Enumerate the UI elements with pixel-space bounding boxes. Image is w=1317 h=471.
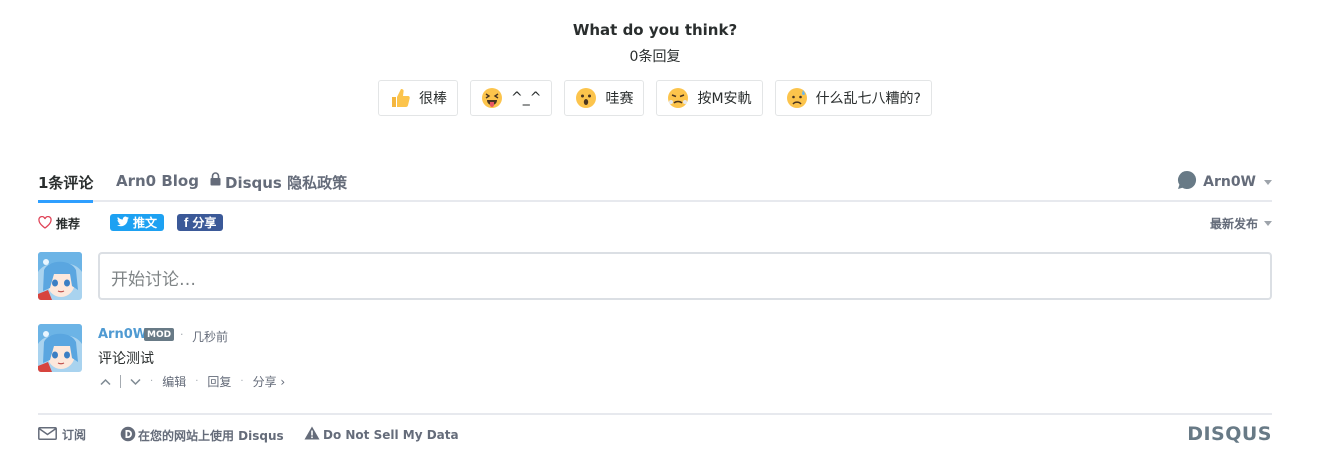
- steaming-face-icon: [667, 87, 689, 109]
- reply-button[interactable]: 回复: [207, 373, 231, 390]
- chevron-down-icon: [130, 375, 141, 389]
- comments-nav: 1条评论 Arn0 Blog Disqus 隐私政策 Arn0W: [38, 166, 1272, 203]
- share-label: 分享: [192, 216, 217, 230]
- tab-community-label: Arn0 Blog: [116, 172, 199, 190]
- recommend-label: 推荐: [56, 217, 81, 231]
- astonished-face-icon: [575, 87, 597, 109]
- action-separator: ·: [195, 376, 199, 387]
- heart-icon: [38, 215, 52, 232]
- reactions-count: 0条回复: [629, 49, 681, 65]
- avatar: [38, 252, 82, 300]
- reaction-button-angry[interactable]: 按M安軌: [656, 80, 763, 116]
- moderator-badge: MOD: [144, 328, 175, 341]
- chevron-down-icon: [1264, 179, 1272, 185]
- action-separator: ·: [240, 376, 244, 387]
- action-separator: ·: [150, 376, 154, 387]
- reaction-label: 很棒: [419, 91, 447, 107]
- chevron-up-icon: [100, 375, 111, 389]
- use-disqus-link[interactable]: 在您的网站上使用 Disqus: [120, 426, 284, 445]
- facebook-share-button[interactable]: f 分享: [177, 214, 224, 231]
- do-not-sell-link[interactable]: Do Not Sell My Data: [304, 426, 459, 443]
- meta-separator: ·: [180, 328, 184, 341]
- disqus-logo[interactable]: DISQUS: [1187, 423, 1272, 445]
- thread-toolbar: 推荐 推文 f 分享 最新发布: [38, 212, 1272, 234]
- edit-button[interactable]: 编辑: [162, 373, 186, 390]
- comment-author-link[interactable]: Arn0W: [98, 327, 147, 342]
- vote-divider: [120, 375, 121, 388]
- reaction-button-wow[interactable]: 哇赛: [564, 80, 645, 116]
- lock-icon: [210, 172, 221, 190]
- reactions-bar: 很棒 ^_^ 哇赛 按M安軌 什么乱七八糟的?: [0, 80, 1310, 116]
- reaction-button-smile[interactable]: ^_^: [470, 80, 553, 116]
- twitter-icon: [117, 216, 129, 230]
- reaction-label: 什么乱七八糟的?: [815, 91, 921, 107]
- do-not-sell-label: Do Not Sell My Data: [323, 427, 459, 442]
- reaction-button-great[interactable]: 很棒: [378, 80, 458, 116]
- composer-placeholder: 开始讨论…: [111, 270, 196, 290]
- comment-avatar[interactable]: [38, 324, 82, 372]
- tab-privacy-label: Disqus 隐私政策: [225, 174, 348, 192]
- tweet-label: 推文: [133, 216, 158, 230]
- thumbs-up-icon: [389, 87, 411, 109]
- user-name: Arn0W: [1203, 174, 1256, 190]
- disqus-d-icon: [120, 426, 136, 445]
- sort-label: 最新发布: [1209, 217, 1258, 231]
- comment-composer-input[interactable]: 开始讨论…: [98, 252, 1272, 300]
- tweet-button[interactable]: 推文: [110, 214, 165, 231]
- use-disqus-label: 在您的网站上使用 Disqus: [138, 429, 284, 443]
- comment-body: 评论测试: [98, 351, 154, 367]
- sad-sweat-face-icon: [786, 87, 808, 109]
- user-menu[interactable]: Arn0W: [1177, 170, 1272, 194]
- reactions-title: What do you think?: [572, 21, 738, 39]
- reaction-button-confused[interactable]: 什么乱七八糟的?: [774, 80, 932, 116]
- reaction-label: 按M安軌: [697, 91, 752, 107]
- tab-community[interactable]: Arn0 Blog: [116, 166, 199, 202]
- facebook-icon: f: [184, 215, 189, 230]
- downvote-button[interactable]: [130, 375, 141, 389]
- share-menu-button[interactable]: 分享 ›: [253, 373, 286, 390]
- speech-bubble-icon: [1177, 170, 1197, 194]
- tab-comments-label: 1条评论: [38, 174, 94, 192]
- reaction-label: ^_^: [511, 90, 542, 106]
- subscribe-link[interactable]: 订阅: [38, 426, 86, 443]
- upvote-button[interactable]: [100, 375, 111, 389]
- tab-comments[interactable]: 1条评论: [38, 166, 94, 203]
- tab-privacy-policy[interactable]: Disqus 隐私政策: [210, 166, 347, 202]
- warning-icon: [304, 426, 320, 443]
- envelope-icon: [38, 426, 57, 443]
- tongue-out-face-icon: [481, 87, 503, 109]
- comment-timestamp[interactable]: 几秒前: [192, 328, 228, 345]
- sort-dropdown[interactable]: 最新发布: [1210, 215, 1272, 232]
- subscribe-label: 订阅: [62, 428, 87, 442]
- disqus-footer: 订阅 在您的网站上使用 Disqus Do Not Sell My Data D…: [38, 413, 1272, 453]
- recommend-button[interactable]: 推荐: [38, 215, 80, 232]
- reaction-label: 哇赛: [605, 91, 634, 107]
- comment-actions: · 编辑 · 回复 · 分享 ›: [100, 373, 285, 390]
- chevron-down-icon: [1264, 221, 1272, 226]
